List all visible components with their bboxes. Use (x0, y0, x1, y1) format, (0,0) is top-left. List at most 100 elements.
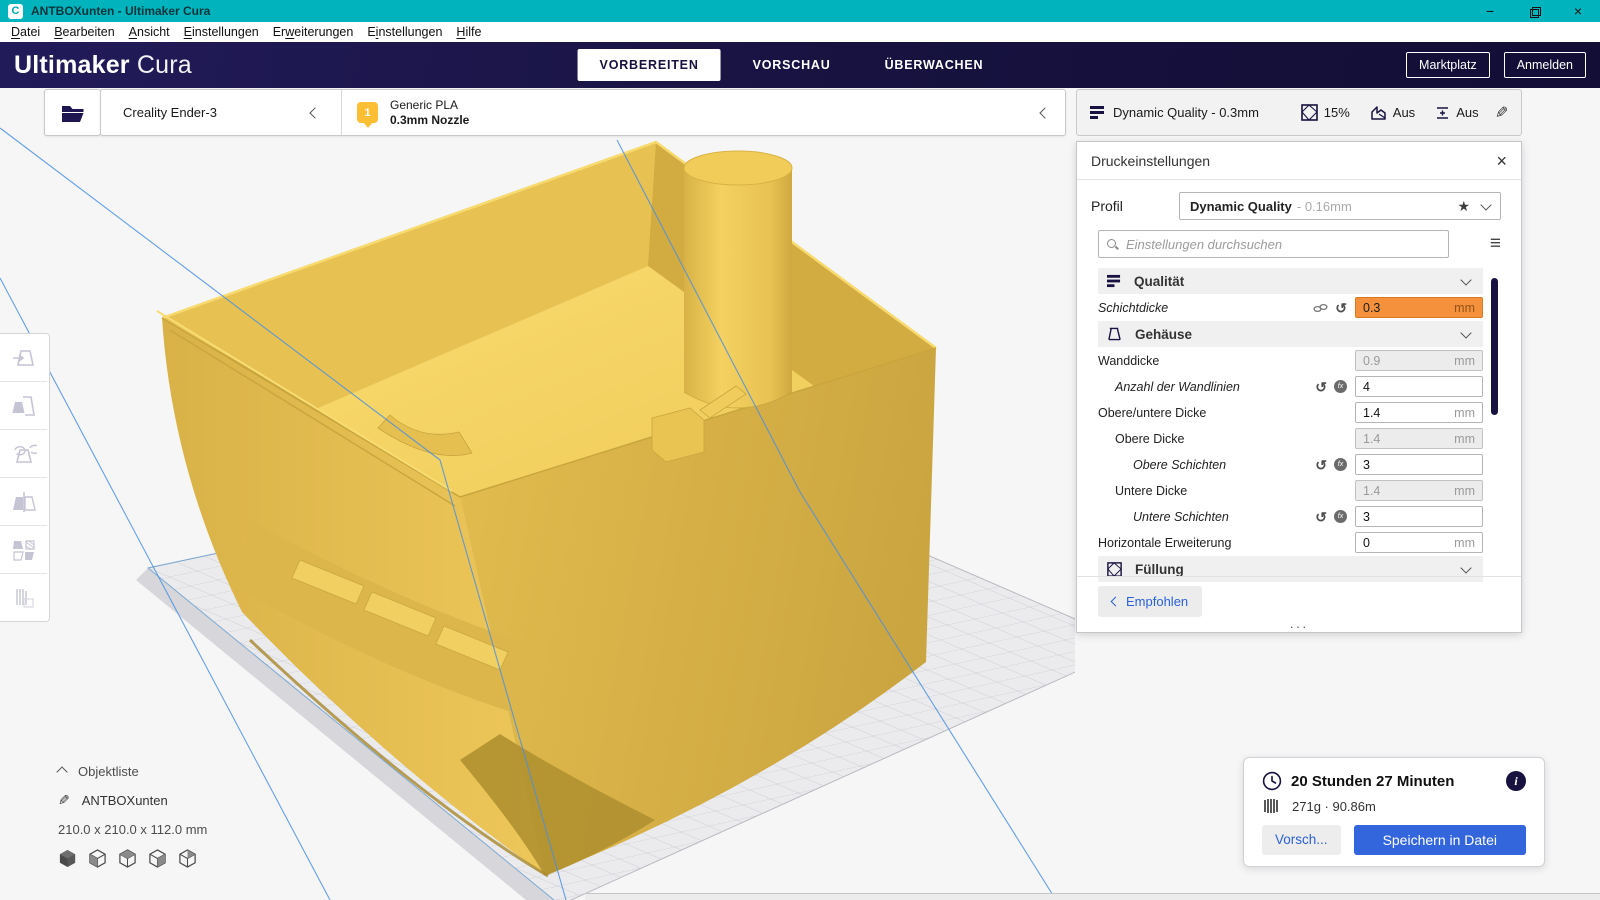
view-left-button[interactable] (148, 849, 167, 868)
material-selector[interactable]: 1 Generic PLA 0.3mm Nozzle (341, 98, 1065, 128)
drag-handle-icon[interactable]: ··· (1290, 624, 1309, 630)
extruder-1-icon: 1 (357, 102, 378, 123)
star-icon[interactable]: ★ (1457, 198, 1470, 215)
summary-support: Aus (1393, 105, 1415, 120)
category-quality[interactable]: Qualität (1098, 268, 1483, 294)
link-icon[interactable] (1313, 303, 1328, 313)
tab-vorschau[interactable]: VORSCHAU (731, 49, 853, 81)
chevron-down-icon (1460, 562, 1471, 573)
setting-row: Schichtdicke ↺ 0.3mm (1098, 295, 1483, 320)
profile-label: Profil (1091, 198, 1123, 214)
view-3d-button[interactable] (58, 849, 77, 868)
restore-button[interactable] (1512, 0, 1556, 22)
support-blocker-button[interactable] (0, 574, 47, 621)
revert-icon[interactable]: ↺ (1315, 458, 1327, 472)
menu-bar: Datei Bearbeiten Ansicht Einstellungen E… (0, 22, 1600, 42)
mirror-tool-button[interactable] (0, 478, 47, 526)
tab-ueberwachen[interactable]: ÜBERWACHEN (863, 49, 1006, 81)
preview-button[interactable]: Vorsch... (1262, 825, 1341, 855)
stage-tabs: VORBEREITEN VORSCHAU ÜBERWACHEN (578, 49, 1006, 81)
setting-row: Horizontale Erweiterung 0mm (1098, 530, 1483, 555)
window-title: ANTBOXunten - Ultimaker Cura (31, 4, 210, 18)
chevron-left-icon (309, 107, 320, 118)
app-header: Ultimaker Cura VORBEREITEN VORSCHAU ÜBER… (0, 42, 1600, 88)
setting-row: Wanddicke 0.9mm (1098, 348, 1483, 373)
setting-input-wanddicke: 0.9mm (1355, 350, 1483, 371)
settings-search[interactable] (1098, 230, 1449, 258)
filament-icon (1262, 798, 1282, 814)
view-front-button[interactable] (88, 849, 107, 868)
material-name: Generic PLA (390, 98, 469, 113)
setting-input-oberuntere-dicke[interactable]: 1.4mm (1355, 402, 1483, 423)
clock-icon (1262, 771, 1282, 791)
profile-value: Dynamic Quality (1190, 199, 1292, 214)
close-icon[interactable]: × (1496, 152, 1507, 170)
summary-profile: Dynamic Quality - 0.3mm (1113, 105, 1259, 120)
search-input[interactable] (1124, 236, 1440, 253)
revert-icon[interactable]: ↺ (1315, 510, 1327, 524)
chevron-down-icon (1480, 199, 1491, 210)
tab-vorbereiten[interactable]: VORBEREITEN (578, 49, 721, 81)
view-right-button[interactable] (178, 849, 197, 868)
formula-icon[interactable]: fx (1334, 510, 1347, 523)
view-top-button[interactable] (118, 849, 137, 868)
menu-ansicht[interactable]: Ansicht (122, 23, 177, 41)
rotate-tool-button[interactable] (0, 430, 47, 478)
layers-icon (1090, 105, 1105, 120)
printer-selector[interactable]: Creality Ender-3 (101, 105, 341, 120)
profile-suffix: - 0.16mm (1297, 199, 1352, 214)
setting-row: Obere Schichten ↺ fx 3 (1098, 452, 1483, 477)
setting-input-wandlinien[interactable]: 4 (1355, 376, 1483, 397)
setting-input-untere-schichten[interactable]: 3 (1355, 506, 1483, 527)
setting-input-obere-dicke: 1.4mm (1355, 428, 1483, 449)
setting-row: Obere/untere Dicke 1.4mm (1098, 400, 1483, 425)
menu-einstellungen[interactable]: Einstellungen (177, 23, 266, 41)
category-shell[interactable]: Gehäuse (1098, 321, 1483, 347)
formula-icon[interactable]: fx (1334, 458, 1347, 471)
chevron-up-icon (56, 766, 67, 777)
settings-scrollbar[interactable] (1491, 278, 1498, 415)
minimize-button[interactable]: − (1468, 0, 1512, 22)
open-file-button[interactable] (44, 89, 101, 136)
logo: Ultimaker Cura (14, 51, 192, 80)
save-to-file-button[interactable]: Speichern in Datei (1354, 825, 1526, 855)
chevron-down-icon (1460, 327, 1471, 338)
setting-input-obere-schichten[interactable]: 3 (1355, 454, 1483, 475)
support-icon (1370, 105, 1387, 121)
setting-input-horizontale-erweiterung[interactable]: 0mm (1355, 532, 1483, 553)
recommended-button[interactable]: Empfohlen (1098, 586, 1202, 617)
formula-icon[interactable]: fx (1334, 380, 1347, 393)
infill-icon (1301, 104, 1318, 121)
setting-row: Untere Dicke 1.4mm (1098, 478, 1483, 503)
menu-einstellungen-2[interactable]: Einstellungen (360, 23, 449, 41)
close-button[interactable]: × (1556, 0, 1600, 22)
revert-icon[interactable]: ↺ (1315, 380, 1327, 394)
settings-menu-icon[interactable]: ≡ (1490, 233, 1501, 255)
menu-erweiterungen[interactable]: Erweiterungen (266, 23, 361, 41)
profile-dropdown[interactable]: Dynamic Quality - 0.16mm ★ (1179, 192, 1501, 220)
settings-list: Qualität Schichtdicke ↺ 0.3mm (1098, 268, 1483, 582)
view-presets (58, 849, 207, 868)
per-model-settings-button[interactable] (0, 526, 47, 574)
setting-row: Untere Schichten ↺ fx 3 (1098, 504, 1483, 529)
marketplace-button[interactable]: Marktplatz (1406, 52, 1490, 78)
chevron-left-icon (1111, 597, 1121, 607)
cura-window: C ANTBOXunten - Ultimaker Cura − × Datei… (0, 0, 1600, 900)
edit-settings-icon[interactable]: ✎ (1495, 103, 1508, 123)
job-summary-card: 20 Stunden 27 Minuten i 271g · 90.86m Vo… (1243, 757, 1545, 867)
object-list-toggle[interactable]: Objektliste (58, 764, 207, 779)
print-settings-summary[interactable]: Dynamic Quality - 0.3mm 15% Aus Aus ✎ (1076, 89, 1522, 136)
summary-adhesion: Aus (1456, 105, 1478, 120)
infill-icon (1107, 562, 1122, 577)
menu-datei[interactable]: Datei (4, 23, 47, 41)
object-name-row[interactable]: ✎ ANTBOXunten (58, 792, 207, 809)
app-icon: C (8, 4, 23, 19)
info-icon[interactable]: i (1506, 771, 1526, 791)
menu-bearbeiten[interactable]: Bearbeiten (47, 23, 121, 41)
menu-hilfe[interactable]: Hilfe (449, 23, 488, 41)
move-tool-button[interactable] (0, 334, 47, 382)
revert-icon[interactable]: ↺ (1335, 301, 1347, 315)
scale-tool-button[interactable] (0, 382, 47, 430)
signin-button[interactable]: Anmelden (1504, 52, 1586, 78)
setting-input-schichtdicke[interactable]: 0.3mm (1355, 297, 1483, 318)
